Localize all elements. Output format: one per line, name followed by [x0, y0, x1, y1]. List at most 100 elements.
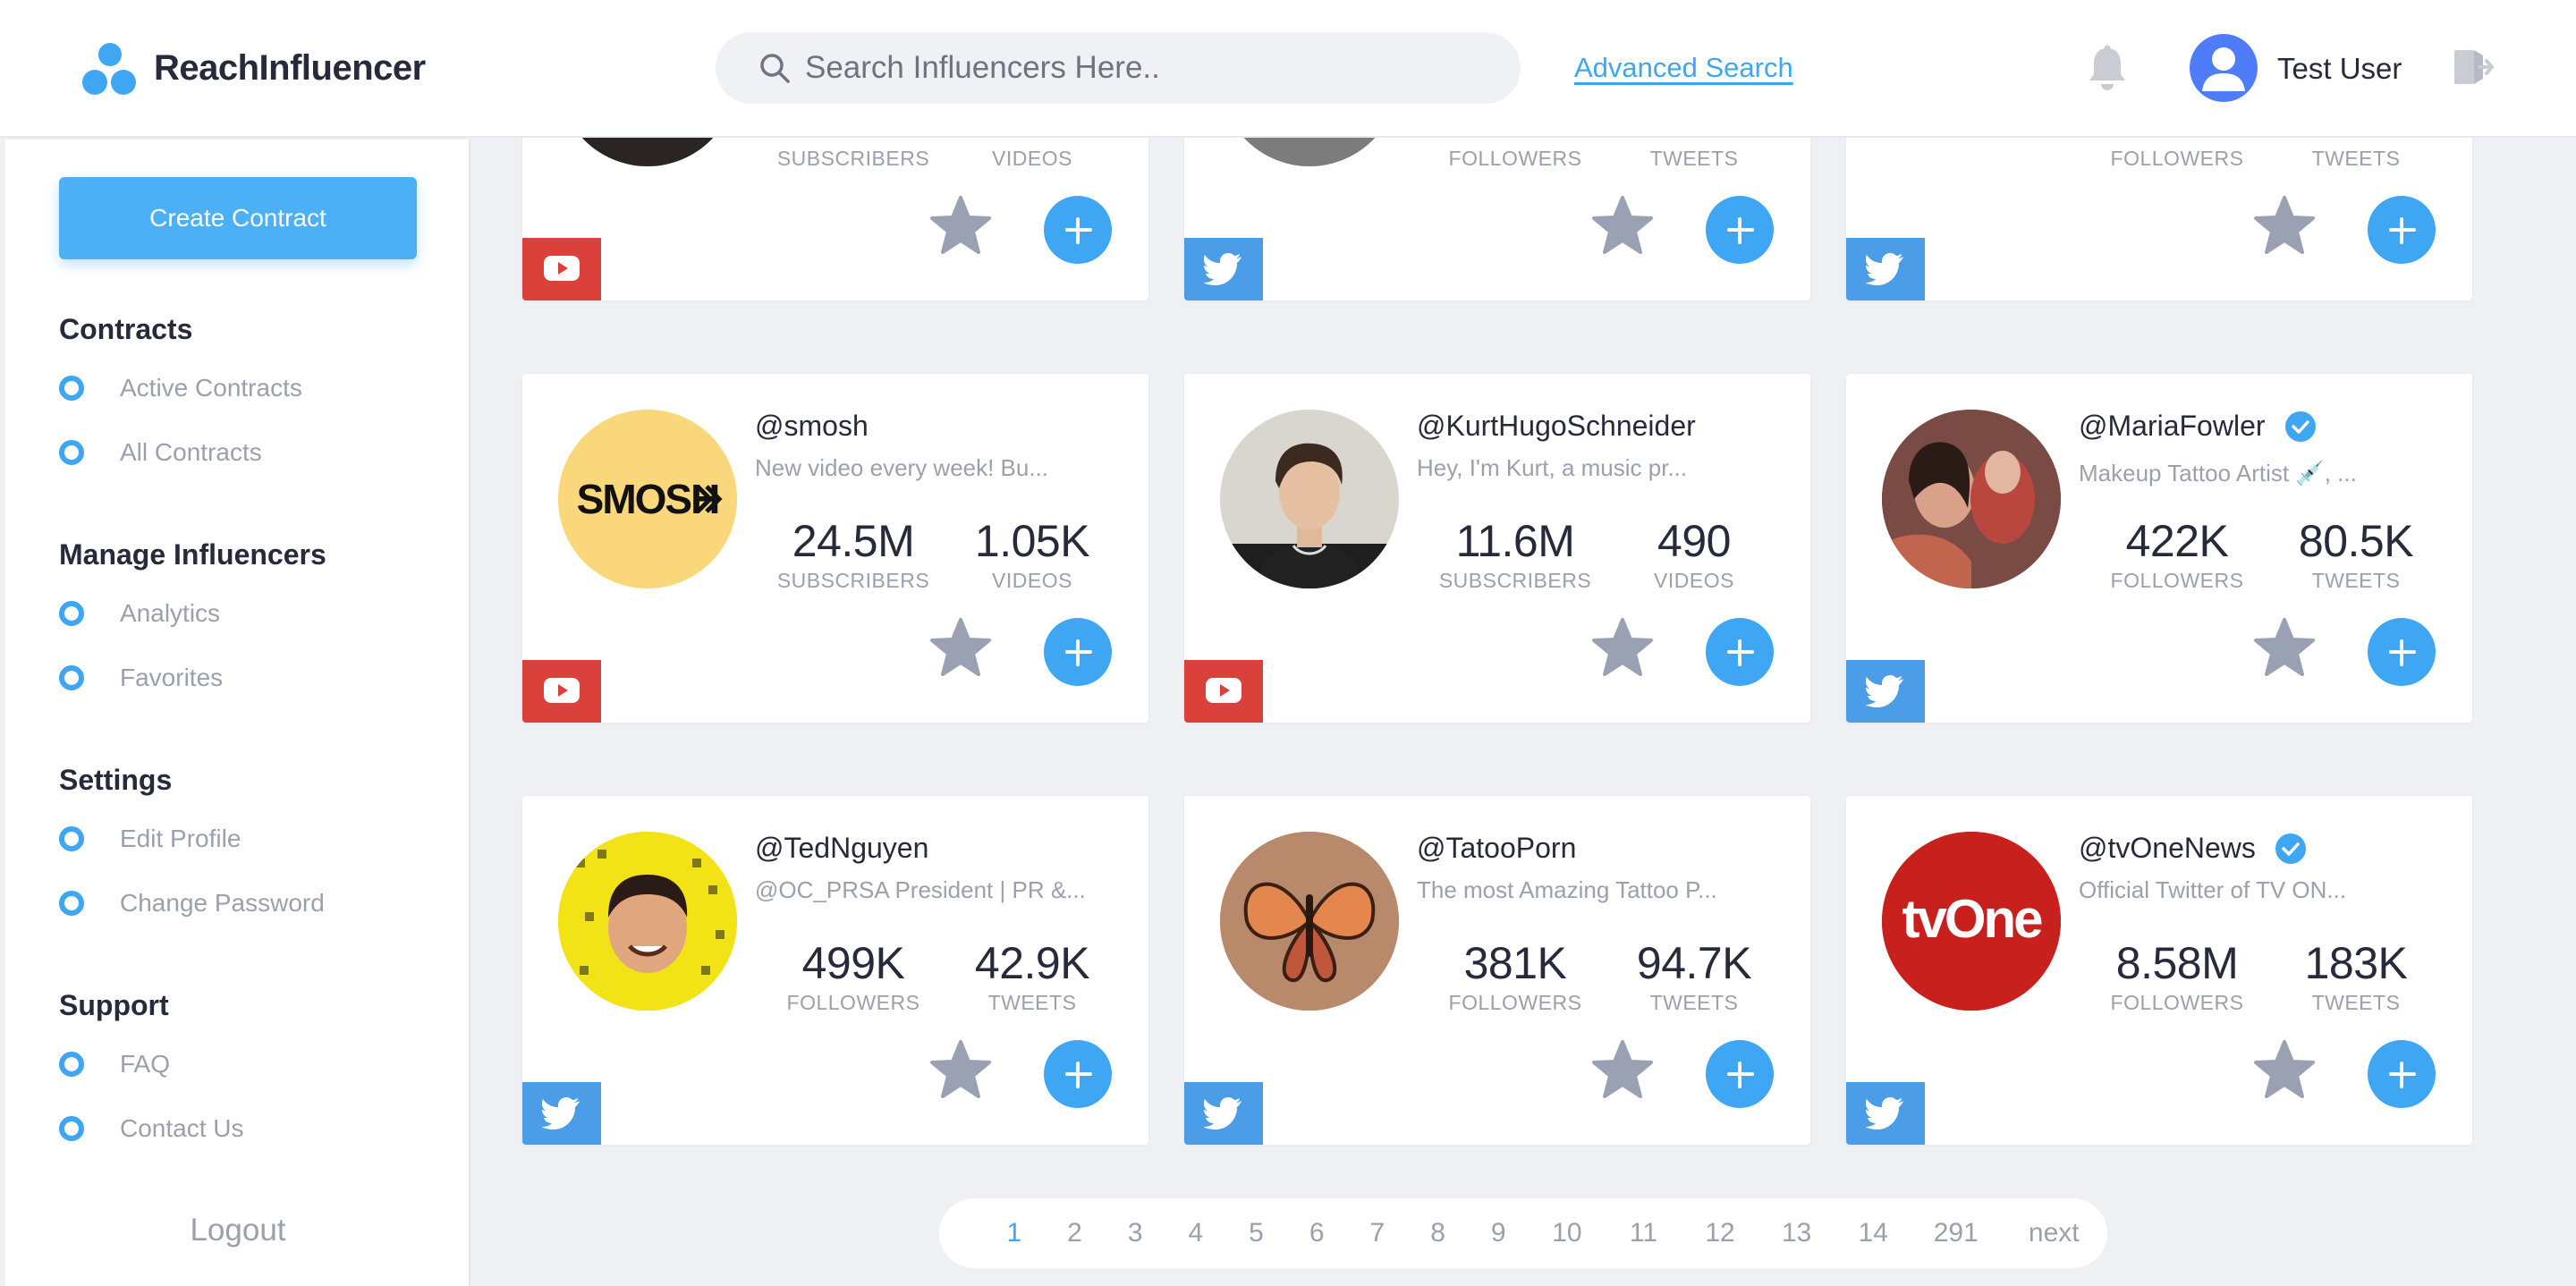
- sidebar-item-analytics[interactable]: Analytics: [59, 596, 220, 631]
- influencer-card[interactable]: @TedNguyen @OC_PRSA President | PR &... …: [522, 796, 1148, 1145]
- stat-primary: 11.6M SUBSCRIBERS: [1426, 515, 1605, 593]
- influencer-handle[interactable]: @KurtHugoSchneider: [1417, 410, 1696, 443]
- section-title-contracts: Contracts: [59, 313, 193, 345]
- brand-name[interactable]: ReachInfluencer: [154, 48, 426, 89]
- next-page-link[interactable]: next: [2001, 1218, 2107, 1248]
- stat-label: VIDEOS: [992, 147, 1072, 170]
- influencer-bio: The most Amazing Tattoo P...: [1417, 876, 1717, 903]
- page-link-10[interactable]: 10: [1529, 1218, 1606, 1248]
- favorite-star-icon[interactable]: [1591, 1039, 1654, 1104]
- stat-label: TWEETS: [1649, 147, 1739, 170]
- influencer-avatar: [1220, 410, 1399, 588]
- section-title-support: Support: [59, 989, 169, 1021]
- stat-label: FOLLOWERS: [2110, 147, 2244, 170]
- influencer-card[interactable]: @KurtHugoSchneider Hey, I'm Kurt, a musi…: [1184, 374, 1810, 723]
- influencer-avatar: [1220, 832, 1399, 1011]
- notification-bell-icon[interactable]: [2086, 45, 2129, 97]
- bullet-ring-icon: [59, 665, 84, 690]
- user-name[interactable]: Test User: [2277, 52, 2402, 86]
- page-link-1[interactable]: 1: [984, 1218, 1045, 1248]
- influencer-handle[interactable]: @tvOneNews: [2079, 832, 2306, 865]
- twitter-icon: [1184, 238, 1263, 300]
- brand-logo-icon[interactable]: [82, 43, 138, 95]
- stat-label: FOLLOWERS: [786, 991, 920, 1014]
- stat-primary: 24.5M SUBSCRIBERS: [764, 515, 943, 593]
- stat-label: TWEETS: [2311, 569, 2401, 592]
- sidebar-item-contact-us[interactable]: Contact Us: [59, 1111, 244, 1146]
- youtube-icon: [522, 660, 601, 723]
- search-icon: [760, 54, 790, 83]
- add-influencer-button[interactable]: [2368, 196, 2436, 264]
- add-influencer-button[interactable]: [1044, 1040, 1112, 1108]
- page-link-4[interactable]: 4: [1165, 1218, 1226, 1248]
- influencer-bio: @OC_PRSA President | PR &...: [755, 876, 1086, 903]
- page-link-7[interactable]: 7: [1347, 1218, 1408, 1248]
- advanced-search-link[interactable]: Advanced Search: [1574, 52, 1793, 84]
- favorite-star-icon[interactable]: [2253, 195, 2316, 260]
- add-influencer-button[interactable]: [2368, 618, 2436, 686]
- sidebar-item-label: Change Password: [120, 889, 325, 917]
- stat-label: FOLLOWERS: [1448, 991, 1582, 1014]
- section-title-settings: Settings: [59, 764, 173, 796]
- page-link-14[interactable]: 14: [1835, 1218, 1911, 1248]
- page-link-6[interactable]: 6: [1286, 1218, 1347, 1248]
- sidebar-item-favorites[interactable]: Favorites: [59, 660, 223, 696]
- stat-value: 381K: [1463, 938, 1567, 988]
- sidebar-logout-link[interactable]: Logout: [5, 1213, 470, 1248]
- stat-value: 94.7K: [1636, 938, 1752, 988]
- favorite-star-icon[interactable]: [929, 195, 992, 260]
- influencer-card[interactable]: @TatooPorn The most Amazing Tattoo P... …: [1184, 796, 1810, 1145]
- user-avatar-icon[interactable]: [2190, 34, 2258, 102]
- add-influencer-button[interactable]: [2368, 1040, 2436, 1108]
- page-link-291[interactable]: 291: [1911, 1218, 2001, 1248]
- favorite-star-icon[interactable]: [929, 1039, 992, 1104]
- add-influencer-button[interactable]: [1706, 1040, 1774, 1108]
- page-link-3[interactable]: 3: [1105, 1218, 1165, 1248]
- influencer-card[interactable]: SMOSH @smosh New video every week! Bu...…: [522, 374, 1148, 723]
- page-link-11[interactable]: 11: [1606, 1218, 1682, 1248]
- page-link-13[interactable]: 13: [1758, 1218, 1835, 1248]
- stat-value: 8.58M: [2115, 938, 2239, 988]
- page-link-2[interactable]: 2: [1045, 1218, 1106, 1248]
- page-link-8[interactable]: 8: [1408, 1218, 1469, 1248]
- favorite-star-icon[interactable]: [2253, 1039, 2316, 1104]
- favorite-star-icon[interactable]: [1591, 617, 1654, 682]
- influencer-card[interactable]: @MariaFowler Makeup Tattoo Artist 💉, ...…: [1846, 374, 2472, 723]
- page-link-9[interactable]: 9: [1468, 1218, 1529, 1248]
- favorite-star-icon[interactable]: [2253, 617, 2316, 682]
- create-contract-button[interactable]: Create Contract: [59, 177, 417, 259]
- influencer-handle[interactable]: @MariaFowler: [2079, 410, 2316, 443]
- sidebar-item-label: All Contracts: [120, 438, 262, 466]
- sidebar-item-change-password[interactable]: Change Password: [59, 885, 325, 921]
- bullet-ring-icon: [59, 826, 84, 851]
- add-influencer-button[interactable]: [1044, 196, 1112, 264]
- influencer-handle[interactable]: @smosh: [755, 410, 869, 443]
- influencer-bio: Hey, I'm Kurt, a music pr...: [1417, 454, 1688, 481]
- sidebar-item-edit-profile[interactable]: Edit Profile: [59, 821, 241, 857]
- sidebar-item-all-contracts[interactable]: All Contracts: [59, 435, 262, 470]
- influencer-bio: Official Twitter of TV ON...: [2079, 876, 2347, 903]
- add-influencer-button[interactable]: [1044, 618, 1112, 686]
- logout-icon[interactable]: [2453, 47, 2495, 92]
- favorite-star-icon[interactable]: [1591, 195, 1654, 260]
- influencer-bio: New video every week! Bu...: [755, 454, 1049, 481]
- influencer-handle[interactable]: @TedNguyen: [755, 832, 928, 865]
- search-input[interactable]: [805, 32, 1485, 104]
- sidebar-item-active-contracts[interactable]: Active Contracts: [59, 370, 302, 406]
- sidebar-item-label: Favorites: [120, 664, 224, 691]
- sidebar-item-faq[interactable]: FAQ: [59, 1046, 170, 1082]
- favorite-star-icon[interactable]: [929, 617, 992, 682]
- twitter-icon: [1846, 238, 1925, 300]
- youtube-icon: [522, 238, 601, 300]
- influencer-handle[interactable]: @TatooPorn: [1417, 832, 1576, 865]
- sidebar-item-label: FAQ: [120, 1050, 171, 1078]
- add-influencer-button[interactable]: [1706, 196, 1774, 264]
- page-link-12[interactable]: 12: [1682, 1218, 1758, 1248]
- stat-secondary: 183K TWEETS: [2267, 937, 2445, 1015]
- search-bar[interactable]: [716, 32, 1521, 104]
- influencer-card[interactable]: tvOne @tvOneNews Official Twitter of TV …: [1846, 796, 2472, 1145]
- stat-value: 1.05K: [974, 516, 1090, 566]
- page-link-5[interactable]: 5: [1226, 1218, 1287, 1248]
- verified-badge-icon: [2275, 833, 2306, 864]
- add-influencer-button[interactable]: [1706, 618, 1774, 686]
